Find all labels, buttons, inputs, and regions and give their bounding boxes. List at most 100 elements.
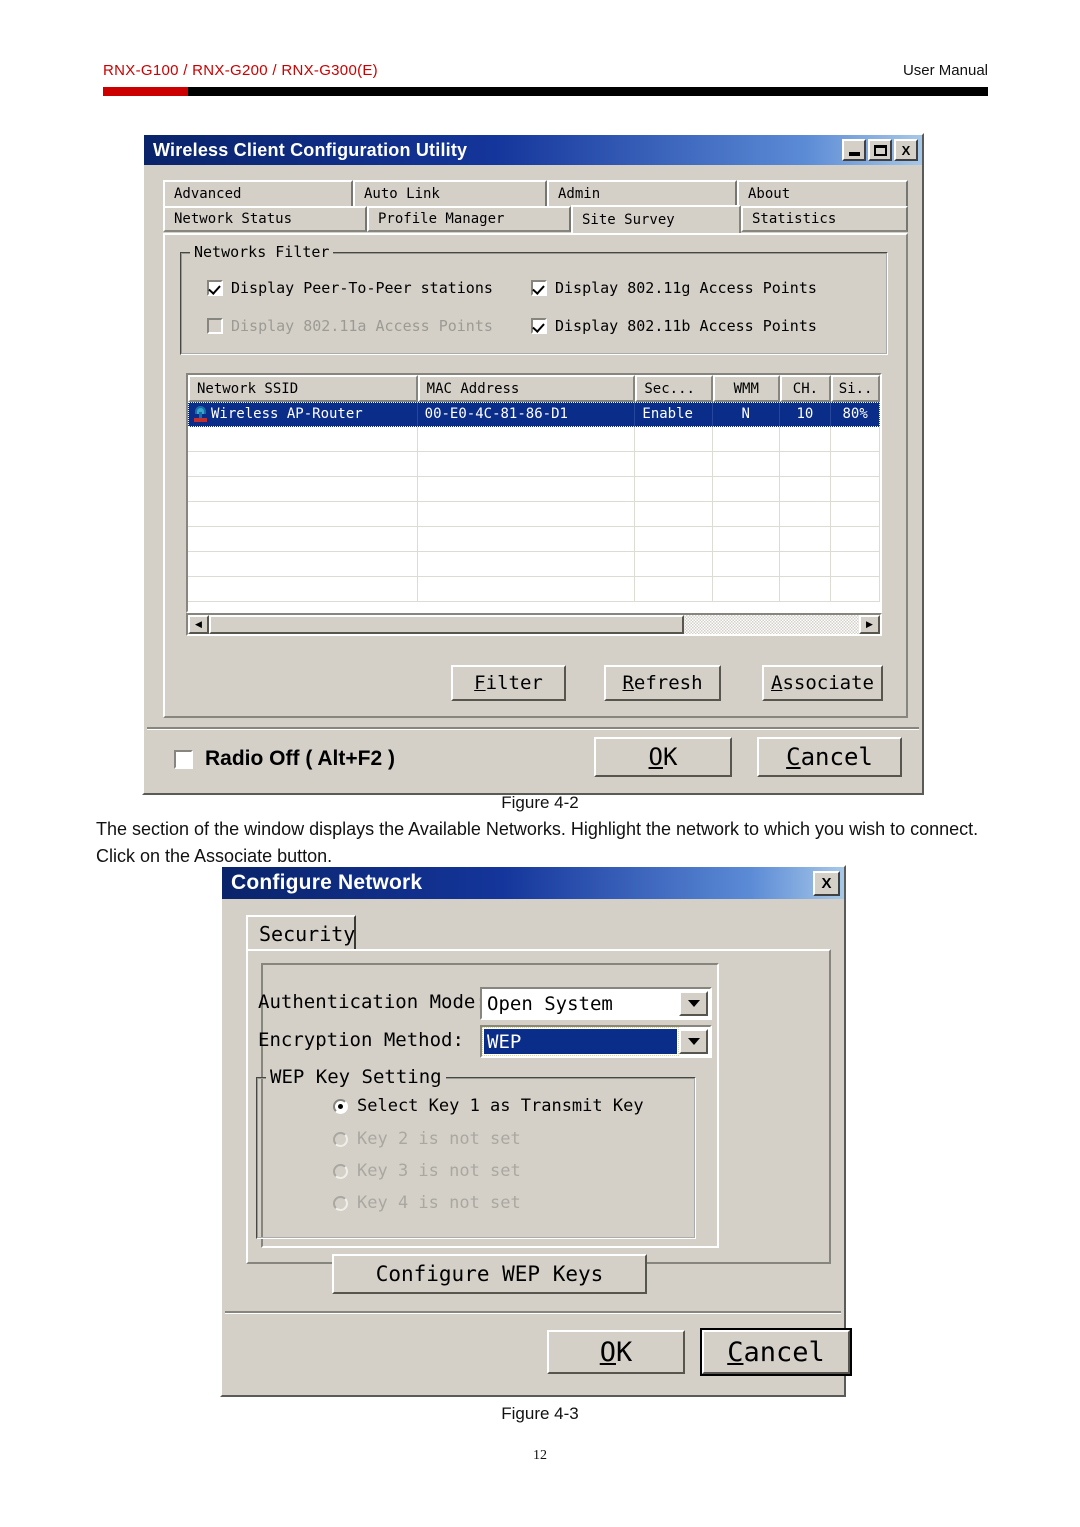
cell-empty — [188, 527, 418, 552]
cell-empty — [831, 477, 880, 502]
maximize-button[interactable] — [868, 139, 892, 161]
tab-admin[interactable]: Admin — [547, 180, 737, 206]
utility-ok-button[interactable]: OK — [594, 737, 732, 777]
configure-wep-keys-label: Configure WEP Keys — [375, 1262, 604, 1286]
cell-empty — [417, 477, 636, 502]
cell-empty — [417, 527, 636, 552]
checkbox-label-80211g: Display 802.11g Access Points — [555, 279, 817, 297]
cell-empty — [635, 527, 713, 552]
cell-wmm: N — [712, 402, 780, 427]
cell-empty — [779, 577, 832, 602]
tab-advanced[interactable]: Advanced — [163, 180, 353, 206]
authentication-mode-dropdown[interactable]: Open System — [480, 987, 712, 1020]
dialog-close-button[interactable]: X — [813, 870, 840, 896]
scrollbar-thumb[interactable] — [209, 615, 684, 634]
available-networks-table[interactable]: Network SSID MAC Address Sec... WMM CH. … — [186, 373, 882, 613]
cell-empty — [712, 502, 780, 527]
column-header-wmm[interactable]: WMM — [712, 375, 780, 402]
maximize-icon — [873, 144, 887, 156]
checkbox-display-80211g[interactable]: Display 802.11g Access Points — [531, 279, 817, 297]
minimize-button[interactable] — [842, 139, 866, 161]
cell-empty — [188, 502, 418, 527]
radio-key-4-label: Key 4 is not set — [357, 1193, 521, 1213]
table-row[interactable] — [188, 452, 880, 477]
tab-about[interactable]: About — [737, 180, 908, 206]
column-label-signal: Si.. — [838, 380, 873, 397]
encryption-method-dropdown[interactable]: WEP — [480, 1025, 712, 1058]
checkbox-display-80211b[interactable]: Display 802.11b Access Points — [531, 317, 817, 335]
scroll-left-arrow-icon[interactable]: ◀ — [188, 615, 209, 634]
tab-profile-manager-label: Profile Manager — [378, 211, 505, 227]
table-row[interactable] — [188, 502, 880, 527]
utility-tabs-row-1: Advanced Auto Link Admin About — [163, 180, 908, 206]
table-row[interactable]: Wireless AP-Router 00-E0-4C-81-86-D1 Ena… — [188, 402, 880, 427]
column-header-channel[interactable]: CH. — [779, 375, 832, 402]
column-header-mac-address[interactable]: MAC Address — [417, 375, 636, 402]
cell-empty — [712, 577, 780, 602]
page-header: RNX-G100 / RNX-G200 / RNX-G300(E) User M… — [0, 0, 1080, 104]
body-paragraph: The section of the window displays the A… — [96, 819, 979, 866]
tab-network-status[interactable]: Network Status — [163, 206, 367, 232]
radio-key-1-label: Select Key 1 as Transmit Key — [357, 1096, 644, 1116]
column-header-signal[interactable]: Si.. — [831, 375, 880, 402]
refresh-button[interactable]: Refresh — [604, 665, 721, 701]
tab-statistics[interactable]: Statistics — [741, 206, 908, 232]
table-horizontal-scrollbar[interactable]: ◀ ▶ — [186, 613, 882, 636]
dialog-cancel-button[interactable]: Cancel — [700, 1328, 852, 1376]
filter-button[interactable]: Filter — [451, 665, 566, 701]
column-header-network-ssid[interactable]: Network SSID — [188, 375, 418, 402]
table-row[interactable] — [188, 527, 880, 552]
tab-auto-link-label: Auto Link — [364, 186, 440, 202]
radio-off-checkbox[interactable]: Radio Off ( Alt+F2 ) — [174, 747, 395, 771]
cell-empty — [831, 552, 880, 577]
associate-button-label: Associate — [771, 672, 874, 694]
scrollbar-track[interactable] — [209, 615, 859, 634]
wep-key-setting-group: WEP Key Setting Select Key 1 as Transmit… — [256, 1066, 696, 1239]
tab-profile-manager[interactable]: Profile Manager — [367, 206, 571, 232]
radio-key-1[interactable]: Select Key 1 as Transmit Key — [333, 1096, 644, 1116]
checkbox-display-80211a: Display 802.11a Access Points — [207, 317, 493, 335]
tab-about-label: About — [748, 186, 791, 202]
cell-empty — [417, 577, 636, 602]
checkbox-box-80211a — [207, 318, 223, 334]
dialog-ok-label: OK — [599, 1336, 633, 1368]
cell-empty — [779, 552, 832, 577]
table-row[interactable] — [188, 552, 880, 577]
checkbox-label-80211a: Display 802.11a Access Points — [231, 317, 493, 335]
cell-empty — [779, 527, 832, 552]
tab-admin-label: Admin — [558, 186, 601, 202]
cell-empty — [831, 452, 880, 477]
checkbox-box-80211b — [531, 318, 547, 334]
tab-site-survey[interactable]: Site Survey — [571, 205, 741, 233]
table-row[interactable] — [188, 477, 880, 502]
tab-security[interactable]: Security — [246, 915, 356, 951]
refresh-button-label: Refresh — [622, 672, 703, 694]
checkbox-display-peer-to-peer[interactable]: Display Peer-To-Peer stations — [207, 279, 493, 297]
associate-button[interactable]: Associate — [762, 665, 883, 701]
cell-empty — [635, 452, 713, 477]
cell-empty — [417, 452, 636, 477]
table-row[interactable] — [188, 577, 880, 602]
figure-4-3-caption: Figure 4-3 — [501, 1404, 579, 1423]
tab-auto-link[interactable]: Auto Link — [353, 180, 547, 206]
cell-empty — [188, 427, 418, 452]
filter-button-label: Filter — [474, 672, 543, 694]
table-row[interactable] — [188, 427, 880, 452]
dialog-ok-button[interactable]: OK — [547, 1330, 685, 1374]
close-button[interactable]: X — [894, 139, 918, 161]
column-header-security[interactable]: Sec... — [635, 375, 713, 402]
radio-key-2: Key 2 is not set — [333, 1129, 521, 1149]
cell-network-ssid: Wireless AP-Router — [188, 402, 418, 427]
tab-network-status-label: Network Status — [174, 211, 293, 227]
checkbox-label-80211b: Display 802.11b Access Points — [555, 317, 817, 335]
chevron-down-icon[interactable] — [679, 991, 708, 1016]
configure-wep-keys-button[interactable]: Configure WEP Keys — [332, 1254, 647, 1294]
cell-empty — [635, 552, 713, 577]
chevron-down-icon[interactable] — [679, 1029, 708, 1054]
column-label-channel: CH. — [792, 380, 819, 397]
scroll-right-arrow-icon[interactable]: ▶ — [859, 615, 880, 634]
radio-button-key-4 — [333, 1195, 348, 1211]
access-point-icon — [192, 405, 209, 423]
header-document-type: User Manual — [902, 62, 988, 79]
utility-cancel-button[interactable]: Cancel — [757, 737, 902, 777]
